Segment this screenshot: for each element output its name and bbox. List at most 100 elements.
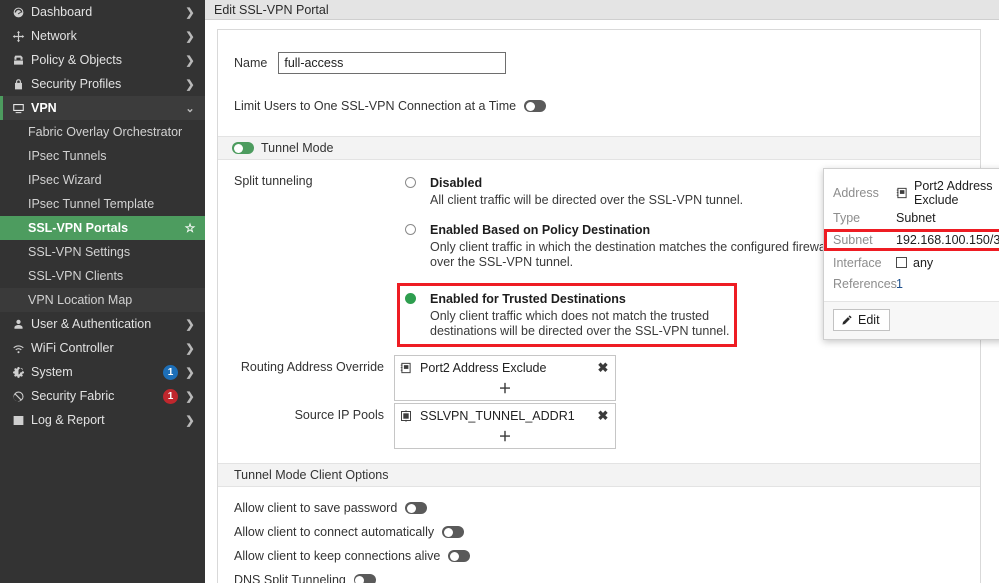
- sidebar-item-vpn[interactable]: VPN ⌄: [0, 96, 205, 120]
- sidebar-item-network[interactable]: Network ❯: [0, 24, 205, 48]
- page-title: Edit SSL-VPN Portal: [214, 3, 329, 17]
- option-description: All client traffic will be directed over…: [430, 193, 743, 208]
- client-option-label: Allow client to keep connections alive: [234, 549, 440, 563]
- connect-automatically-toggle[interactable]: [442, 526, 464, 538]
- client-option-label: Allow client to connect automatically: [234, 525, 434, 539]
- chevron-right-icon: ❯: [183, 78, 197, 91]
- monitor-icon: [8, 102, 28, 115]
- client-option-keep-alive-row: Allow client to keep connections alive: [218, 544, 980, 568]
- status-badge: 1: [163, 365, 178, 380]
- chip-item: Port2 Address Exclude ✖: [395, 358, 615, 378]
- sidebar-subitem-label: SSL-VPN Portals: [28, 221, 183, 235]
- chevron-right-icon: ❯: [183, 30, 197, 43]
- sidebar-item-label: WiFi Controller: [28, 341, 183, 355]
- address-object-icon: [400, 362, 414, 374]
- client-option-dns-split-tunneling-row: DNS Split Tunneling: [218, 568, 980, 583]
- tunnel-mode-section-header: Tunnel Mode: [218, 136, 980, 160]
- chevron-right-icon: ❯: [183, 366, 197, 379]
- sidebar-item-ssl-vpn-clients[interactable]: SSL-VPN Clients: [0, 264, 205, 288]
- add-source-ip-pool-button[interactable]: ＋: [395, 426, 615, 447]
- edit-button[interactable]: Edit: [833, 309, 890, 331]
- keep-connections-alive-toggle[interactable]: [448, 550, 470, 562]
- option-description: Only client traffic which does not match…: [430, 309, 734, 339]
- sidebar-item-ipsec-wizard[interactable]: IPsec Wizard: [0, 168, 205, 192]
- popup-row-address: Address Port2 Address Exclude: [824, 179, 999, 207]
- name-label: Name: [234, 56, 267, 70]
- dns-split-tunneling-toggle[interactable]: [354, 574, 376, 583]
- add-routing-address-button[interactable]: ＋: [395, 378, 615, 399]
- sidebar-item-ssl-vpn-settings[interactable]: SSL-VPN Settings: [0, 240, 205, 264]
- popup-value-text: Port2 Address Exclude: [914, 179, 999, 207]
- status-badge: 1: [163, 389, 178, 404]
- chevron-right-icon: ❯: [183, 390, 197, 403]
- popup-key: Address: [833, 186, 896, 200]
- chip-label: SSLVPN_TUNNEL_ADDR1: [420, 409, 597, 423]
- popup-row-references: References 1: [824, 273, 999, 294]
- dashboard-gauge-icon: [8, 6, 28, 19]
- sidebar-item-security-fabric[interactable]: Security Fabric 1 ❯: [0, 384, 205, 408]
- remove-chip-button[interactable]: ✖: [597, 408, 609, 424]
- client-option-label: DNS Split Tunneling: [234, 573, 346, 583]
- radio-icon[interactable]: [405, 177, 416, 188]
- routing-address-override-row: Routing Address Override Port2 Address E…: [218, 355, 980, 401]
- tunnel-mode-label: Tunnel Mode: [261, 141, 334, 155]
- routing-address-override-label: Routing Address Override: [234, 355, 394, 374]
- popup-row-interface: Interface any: [824, 252, 999, 273]
- policy-stack-icon: [8, 54, 28, 67]
- popup-footer: Edit: [824, 301, 999, 339]
- routing-address-override-multiselect[interactable]: Port2 Address Exclude ✖ ＋: [394, 355, 616, 401]
- section-title: Tunnel Mode Client Options: [234, 468, 388, 482]
- split-tunneling-label: Split tunneling: [234, 174, 394, 353]
- page-header-bar: Edit SSL-VPN Portal: [205, 0, 999, 20]
- chevron-right-icon: ❯: [183, 414, 197, 427]
- option-heading: Enabled Based on Policy Destination: [430, 223, 650, 237]
- sidebar-item-dashboard[interactable]: Dashboard ❯: [0, 0, 205, 24]
- sidebar-item-log-report[interactable]: Log & Report ❯: [0, 408, 205, 432]
- sidebar-subitem-label: VPN Location Map: [28, 293, 183, 307]
- radio-icon-selected[interactable]: [405, 293, 416, 304]
- sidebar-subitem-label: IPsec Tunnels: [28, 149, 183, 163]
- radio-option-trusted-destinations[interactable]: Enabled for Trusted Destinations Only cl…: [397, 283, 737, 347]
- left-sidebar-nav: Dashboard ❯ Network ❯ Policy & Objects ❯…: [0, 0, 205, 583]
- sidebar-item-system[interactable]: System 1 ❯: [0, 360, 205, 384]
- user-icon: [8, 318, 28, 331]
- limit-users-toggle[interactable]: [524, 100, 546, 112]
- sidebar-subitem-label: SSL-VPN Clients: [28, 269, 183, 283]
- sidebar-item-fabric-overlay-orchestrator[interactable]: Fabric Overlay Orchestrator: [0, 120, 205, 144]
- name-input[interactable]: [278, 52, 506, 74]
- network-arrows-icon: [8, 30, 28, 43]
- favorite-star-icon[interactable]: ☆: [183, 221, 197, 235]
- popup-row-subnet: Subnet 192.168.100.150/32: [824, 229, 999, 251]
- name-field-row: Name: [218, 50, 980, 76]
- address-object-icon: [896, 187, 908, 199]
- popup-value[interactable]: 1: [896, 277, 999, 291]
- sidebar-item-policy-objects[interactable]: Policy & Objects ❯: [0, 48, 205, 72]
- remove-chip-button[interactable]: ✖: [597, 360, 609, 376]
- popup-key: Interface: [833, 256, 896, 270]
- chip-item: SSLVPN_TUNNEL_ADDR1 ✖: [395, 406, 615, 426]
- sidebar-item-security-profiles[interactable]: Security Profiles ❯: [0, 72, 205, 96]
- sidebar-item-label: Log & Report: [28, 413, 183, 427]
- popup-value: Subnet: [896, 211, 999, 225]
- sidebar-item-user-authentication[interactable]: User & Authentication ❯: [0, 312, 205, 336]
- limit-users-label: Limit Users to One SSL-VPN Connection at…: [234, 99, 516, 113]
- chart-bars-icon: [8, 414, 28, 427]
- sidebar-item-wifi-controller[interactable]: WiFi Controller ❯: [0, 336, 205, 360]
- client-option-label: Allow client to save password: [234, 501, 397, 515]
- chevron-right-icon: ❯: [183, 342, 197, 355]
- tunnel-mode-toggle[interactable]: [232, 142, 254, 154]
- popup-value: any: [896, 256, 999, 270]
- gear-icon: [8, 366, 28, 379]
- sidebar-subitem-label: SSL-VPN Settings: [28, 245, 183, 259]
- main-content-area: Edit SSL-VPN Portal Name Limit Users to …: [205, 0, 999, 583]
- sidebar-item-ipsec-tunnel-template[interactable]: IPsec Tunnel Template: [0, 192, 205, 216]
- edit-button-label: Edit: [858, 313, 880, 327]
- radio-icon[interactable]: [405, 224, 416, 235]
- save-password-toggle[interactable]: [405, 502, 427, 514]
- sidebar-item-ipsec-tunnels[interactable]: IPsec Tunnels: [0, 144, 205, 168]
- chip-label: Port2 Address Exclude: [420, 361, 597, 375]
- source-ip-pools-multiselect[interactable]: SSLVPN_TUNNEL_ADDR1 ✖ ＋: [394, 403, 616, 449]
- sidebar-item-ssl-vpn-portals[interactable]: SSL-VPN Portals ☆: [0, 216, 205, 240]
- checkbox-icon: [896, 257, 907, 268]
- sidebar-item-vpn-location-map[interactable]: VPN Location Map: [0, 288, 205, 312]
